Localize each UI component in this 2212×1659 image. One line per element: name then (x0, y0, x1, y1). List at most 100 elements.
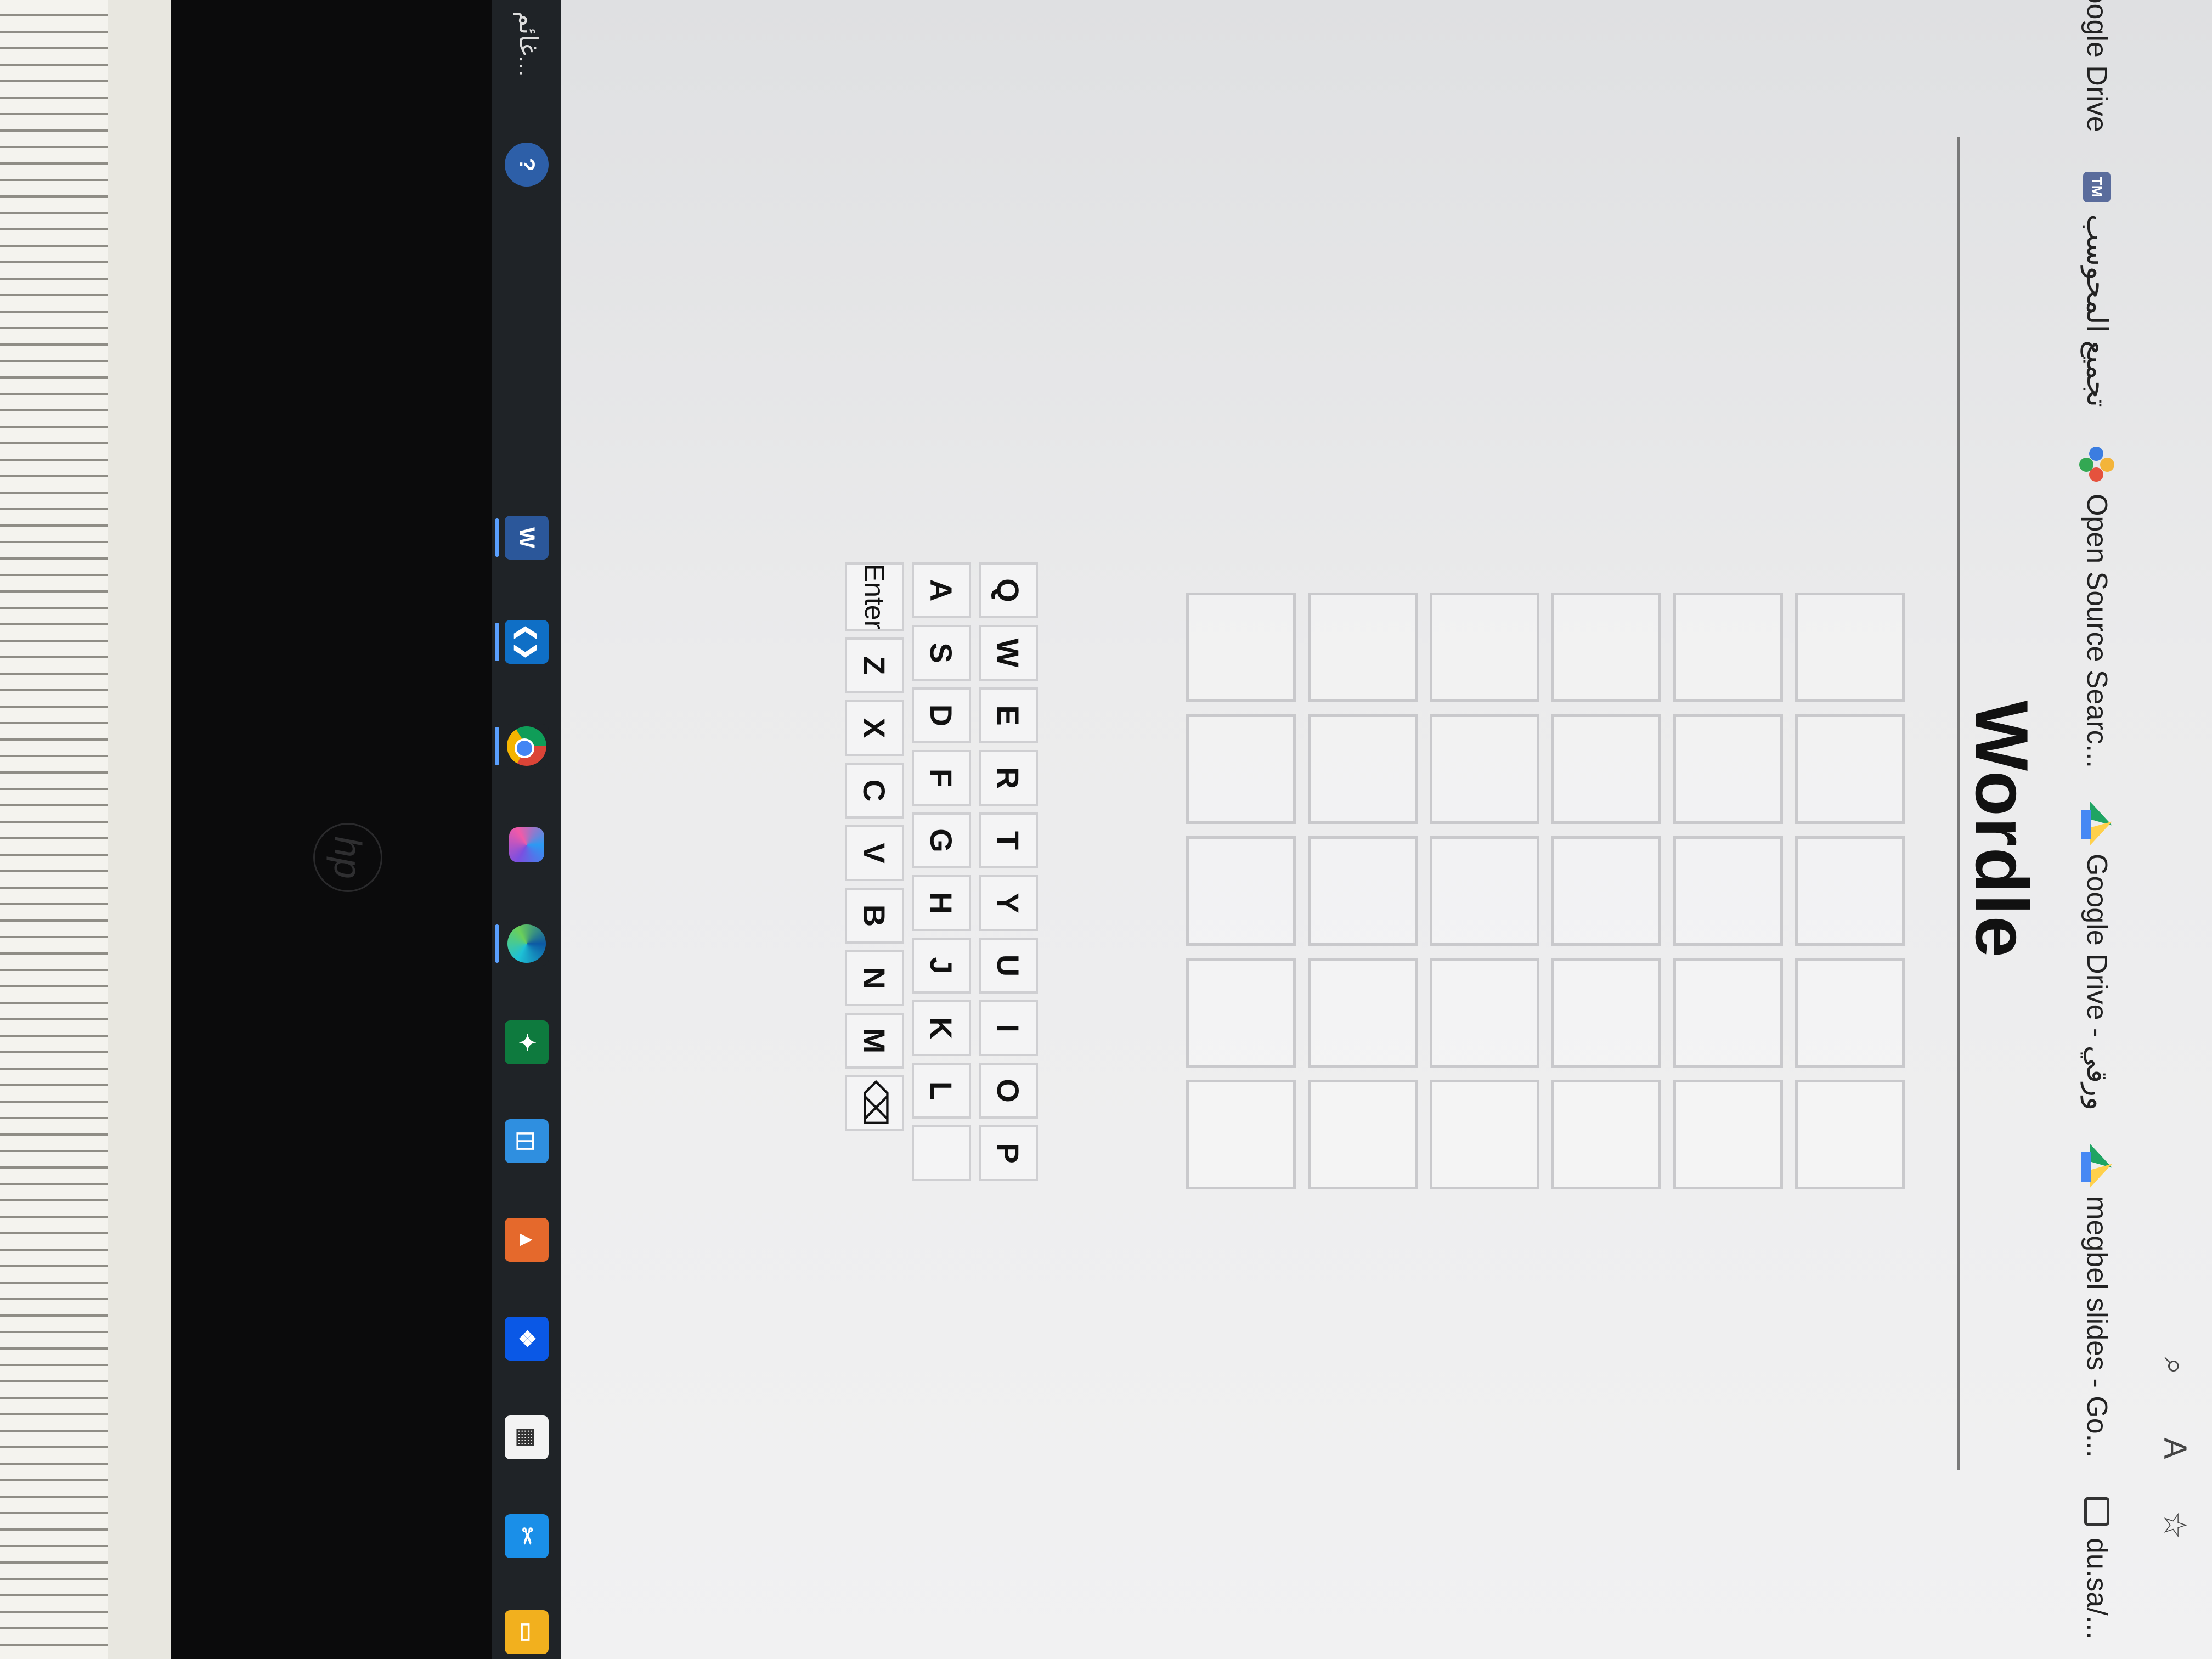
letter-tile (1673, 714, 1783, 824)
letter-tile (1186, 958, 1296, 1068)
bookmark-item[interactable]: megbel slides - Go... (2080, 1130, 2113, 1477)
letter-tile (1551, 714, 1661, 824)
copilot-icon[interactable] (505, 823, 549, 867)
letter-tile (1551, 958, 1661, 1068)
teams-icon[interactable]: ◫ (505, 1119, 549, 1163)
letter-tile (1430, 592, 1539, 702)
weather-text[interactable]: غائم... (514, 11, 543, 77)
letter-tile (1673, 836, 1783, 946)
game-board (1186, 592, 1905, 1189)
key-e[interactable]: E (979, 687, 1038, 743)
key-g[interactable]: G (912, 812, 971, 868)
folder-icon (2084, 1497, 2109, 1526)
letter-tile (1430, 714, 1539, 824)
letter-tile (1673, 1080, 1783, 1189)
keyboard-row: ASDFGHJKL (912, 562, 971, 1182)
key-l[interactable]: L (912, 1063, 971, 1119)
keyboard-row: QWERTYUIOP (979, 562, 1038, 1182)
letter-tile (1186, 1080, 1296, 1189)
key-u[interactable]: U (979, 938, 1038, 994)
letter-tile (1308, 1080, 1418, 1189)
xbox-icon[interactable]: ✦ (505, 1020, 549, 1064)
taskbar: غائم... ? W ❮❯ ✦ ◫ ▲ ❖ ▦ ✂ ▭ (492, 0, 561, 1659)
hp-logo: hp (313, 823, 382, 892)
letter-tile (1551, 1080, 1661, 1189)
letter-tile (1795, 592, 1905, 702)
bookmark-item[interactable]: du.sa/... (2080, 1477, 2113, 1659)
browser-window: ☆ A ⌕ du.sa/... megbel slides - Go... Go… (561, 0, 2212, 1659)
laptop-edge (105, 0, 171, 1659)
letter-tile (1795, 958, 1905, 1068)
enter-key[interactable]: Enter (845, 562, 904, 631)
key-o[interactable]: O (979, 1063, 1038, 1119)
google-drive-icon (2081, 802, 2112, 845)
key-t[interactable]: T (979, 812, 1038, 868)
key-f[interactable]: F (912, 750, 971, 806)
key-w[interactable]: W (979, 625, 1038, 681)
bookmark-item[interactable]: Open Source Searc... (2079, 427, 2114, 788)
key-c[interactable]: C (845, 763, 904, 819)
title-divider (1957, 137, 1960, 1470)
bookmark-label: megbel slides - Go... (2081, 1196, 2113, 1458)
edge-icon[interactable] (505, 922, 549, 966)
bookmark-label: تجميع المحوسب (2081, 214, 2113, 407)
bookmark-label: du.sa/... (2081, 1538, 2113, 1639)
bookmark-label: Google Drive - ورقي (2081, 854, 2113, 1111)
key-k[interactable]: K (912, 1000, 971, 1056)
snip-icon[interactable]: ✂ (505, 1514, 549, 1558)
letter-tile (1795, 836, 1905, 946)
key-d[interactable]: D (912, 687, 971, 743)
key-b[interactable]: B (845, 888, 904, 944)
letter-tile (1308, 714, 1418, 824)
key-j[interactable]: J (912, 938, 971, 994)
fabric-pattern (0, 0, 108, 1659)
keyboard-row: Enter Z X C V B N M ⌫ (845, 562, 904, 1182)
chrome-icon[interactable] (505, 724, 549, 768)
dropbox-icon[interactable]: ❖ (505, 1317, 549, 1361)
key-a[interactable]: A (912, 562, 971, 618)
key-m[interactable]: M (845, 1013, 904, 1069)
key-i[interactable]: I (979, 1000, 1038, 1056)
key-h[interactable]: H (912, 875, 971, 931)
read-aloud-icon[interactable]: A (2153, 1426, 2197, 1470)
blank-key[interactable] (912, 1125, 971, 1181)
key-x[interactable]: X (845, 700, 904, 756)
letter-tile (1551, 836, 1661, 946)
key-r[interactable]: R (979, 750, 1038, 806)
bookmark-item[interactable]: TM تجميع المحوسب (2080, 152, 2113, 427)
bookmark-label: Open Source Searc... (2081, 493, 2113, 769)
bookmarks-bar: du.sa/... megbel slides - Go... Google D… (2056, 0, 2138, 1659)
vscode-icon[interactable]: ❮❯ (505, 620, 549, 664)
page-title: Wordle (1960, 700, 2044, 959)
letter-tile (1308, 958, 1418, 1068)
word-icon[interactable]: W (505, 516, 549, 560)
file-explorer-icon[interactable]: ▭ (505, 1610, 549, 1654)
key-v[interactable]: V (845, 825, 904, 881)
zoom-icon[interactable]: ⌕ (2153, 1344, 2197, 1388)
open-source-icon (2079, 446, 2114, 482)
help-icon[interactable]: ? (505, 143, 549, 187)
address-bar-row: ☆ A ⌕ (2138, 0, 2212, 1659)
letter-tile (1430, 1080, 1539, 1189)
key-y[interactable]: Y (979, 875, 1038, 931)
store-icon[interactable]: ▦ (505, 1415, 549, 1459)
key-s[interactable]: S (912, 625, 971, 681)
letter-tile (1186, 592, 1296, 702)
letter-tile (1673, 958, 1783, 1068)
letter-tile (1186, 836, 1296, 946)
letter-tile (1673, 592, 1783, 702)
backspace-key[interactable]: ⌫ (845, 1075, 904, 1131)
key-p[interactable]: P (979, 1125, 1038, 1181)
key-q[interactable]: Q (979, 562, 1038, 618)
key-z[interactable]: Z (845, 637, 904, 693)
bookmark-item[interactable]: Google Drive - ورقي (2080, 788, 2113, 1130)
letter-tile (1430, 958, 1539, 1068)
on-screen-keyboard: QWERTYUIOP ASDFGHJKL Enter Z X C V B N M ⌫ (837, 562, 1038, 1182)
bookmark-item[interactable]: Google Drive (2080, 0, 2113, 152)
letter-tile (1430, 836, 1539, 946)
letter-tile (1551, 592, 1661, 702)
office-icon[interactable]: ▲ (505, 1218, 549, 1262)
key-n[interactable]: N (845, 950, 904, 1006)
google-drive-icon (2081, 1144, 2112, 1188)
favorite-star-icon[interactable]: ☆ (2153, 1503, 2197, 1547)
